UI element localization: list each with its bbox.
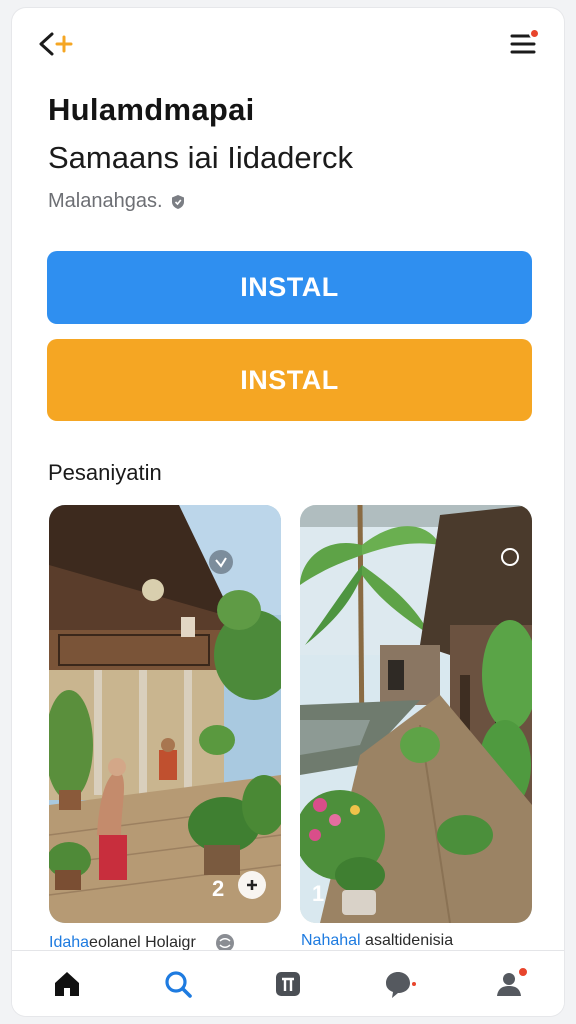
- chat-bubble-icon: [386, 971, 411, 998]
- caption-accent: Nahahal: [301, 932, 361, 949]
- screenshots-section-title: Pesaniyatin: [48, 460, 162, 485]
- shield-icon: [171, 194, 184, 209]
- bottom-nav: [12, 950, 564, 1016]
- screenshot-image-garden-path: 1: [300, 505, 532, 923]
- screenshot-2-badge: 1: [312, 881, 324, 906]
- menu-button[interactable]: [504, 26, 544, 62]
- notification-dot: [412, 981, 417, 986]
- screenshot-caption: Nahahal asaltidenisia: [301, 932, 453, 950]
- back-button[interactable]: [36, 26, 76, 62]
- nav-search[interactable]: [154, 960, 202, 1008]
- caption-accent: Idaha: [49, 934, 90, 951]
- app-screen: Hulamdmapai Samaans iai Iidaderck Malana…: [12, 8, 564, 1016]
- search-icon: [164, 970, 192, 998]
- developer-info[interactable]: Malanahgas.: [48, 190, 185, 213]
- caption-text: asaltidenisia: [360, 932, 454, 949]
- nav-apps[interactable]: [264, 960, 312, 1008]
- nav-home[interactable]: [43, 960, 91, 1008]
- screenshot-card[interactable]: 1: [300, 505, 532, 923]
- apps-icon: [275, 971, 300, 996]
- top-bar: [12, 8, 564, 78]
- notification-dot: [529, 28, 540, 39]
- screenshot-image-village-house: 2: [49, 505, 281, 923]
- caption-text: eolanel Holaigr: [89, 934, 196, 951]
- screenshot-1-badge: 2: [212, 876, 224, 901]
- install-button-secondary[interactable]: INSTAL: [47, 339, 532, 421]
- notification-badge: [516, 965, 529, 978]
- screenshot-card[interactable]: 2: [49, 505, 281, 923]
- back-arrow-sparkle-icon: [39, 32, 73, 56]
- home-icon: [55, 971, 80, 996]
- app-subtitle: Samaans iai Iidaderck: [48, 140, 353, 175]
- app-title: Hulamdmapai: [48, 92, 255, 127]
- nav-profile[interactable]: [485, 960, 533, 1008]
- install-button[interactable]: INSTAL: [47, 251, 532, 324]
- nav-messages[interactable]: [374, 960, 422, 1008]
- developer-name: Malanahgas.: [48, 190, 163, 212]
